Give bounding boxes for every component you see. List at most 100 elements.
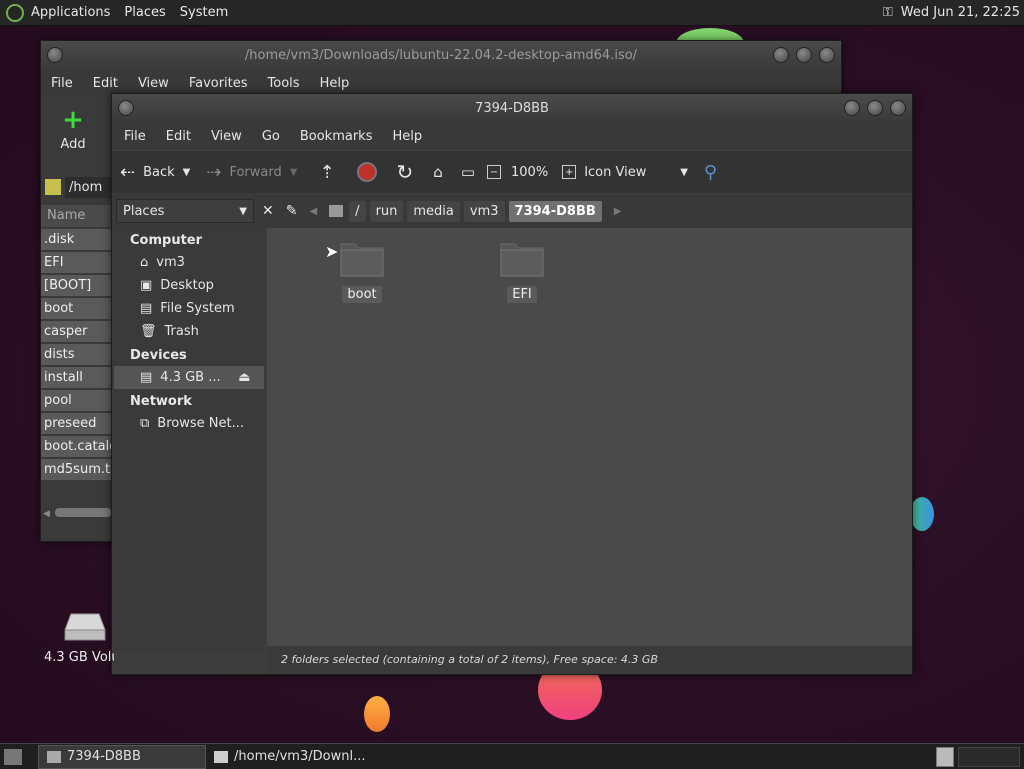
places-menu[interactable]: Places — [117, 5, 172, 20]
file-row[interactable]: EFI — [41, 252, 113, 273]
back-menu-view[interactable]: View — [128, 76, 179, 91]
clock[interactable]: Wed Jun 21, 22:25 — [901, 5, 1020, 20]
back-window-close-button[interactable] — [819, 47, 835, 63]
home-folder-icon[interactable]: ⌂ — [433, 163, 443, 181]
sidebar-item-trash[interactable]: 🗑 Trash — [112, 320, 264, 343]
scroll-left-icon[interactable]: ◀ — [43, 509, 50, 519]
breadcrumb-run[interactable]: run — [369, 200, 404, 222]
distro-logo-icon[interactable] — [6, 3, 24, 22]
folder-edit-icon[interactable] — [45, 179, 61, 195]
taskbar-item-file-manager[interactable]: 7394-D8BB — [38, 744, 206, 769]
menu-view[interactable]: View — [201, 129, 252, 144]
sidebar-header-computer: Computer — [130, 233, 203, 248]
sidebar-item-label: Desktop — [160, 278, 214, 293]
folder-icon — [340, 243, 384, 277]
workspace-switcher[interactable] — [958, 747, 1020, 767]
back-path-input[interactable]: /hom — [65, 176, 113, 198]
applications-menu[interactable]: Applications — [24, 5, 117, 20]
sidebar-item-desktop[interactable]: ▣ Desktop — [112, 274, 264, 297]
menu-go[interactable]: Go — [252, 129, 290, 144]
file-row[interactable]: dists — [41, 344, 113, 365]
show-desktop-icon[interactable] — [4, 748, 22, 765]
sidebar-item-filesystem[interactable]: ▤ File System — [112, 297, 264, 320]
computer-icon[interactable]: ▭ — [461, 163, 475, 181]
desktop-volume-label: 4.3 GB Volu — [44, 650, 114, 665]
file-row[interactable]: [BOOT] — [41, 275, 113, 296]
file-row[interactable]: md5sum.txt — [41, 459, 113, 480]
zoom-in-icon[interactable]: + — [562, 165, 577, 179]
view-mode-select[interactable]: Icon View — [584, 165, 674, 180]
forward-history-dropdown-icon[interactable]: ▼ — [290, 167, 298, 178]
breadcrumb-vm3[interactable]: vm3 — [463, 200, 505, 222]
front-window-menu-button[interactable] — [118, 100, 134, 116]
stop-icon[interactable] — [356, 162, 377, 182]
folder-label: EFI — [507, 286, 537, 303]
network-key-icon[interactable]: ⚿ — [883, 5, 893, 20]
file-row[interactable]: boot.catalog — [41, 436, 113, 457]
sidebar-item-volume[interactable]: ▤ 4.3 GB ... ⏏ — [114, 366, 264, 389]
edit-location-icon[interactable]: ✎ — [286, 203, 298, 219]
back-window-titlebar[interactable]: /home/vm3/Downloads/lubuntu-22.04.2-desk… — [41, 41, 841, 69]
view-mode-dropdown-icon[interactable]: ▼ — [680, 167, 688, 178]
top-panel: Applications Places System ⚿ Wed Jun 21,… — [0, 0, 1024, 26]
menu-file[interactable]: File — [114, 129, 156, 144]
file-row[interactable]: pool — [41, 390, 113, 411]
search-icon[interactable]: ⚲ — [704, 162, 717, 183]
file-row[interactable]: .disk — [41, 229, 113, 250]
file-row[interactable]: casper — [41, 321, 113, 342]
sidebar-item-home[interactable]: ⌂ vm3 — [112, 251, 264, 274]
taskbar-item-archive-manager[interactable]: /home/vm3/Downl... — [206, 746, 373, 768]
file-row[interactable]: install — [41, 367, 113, 388]
places-dropdown-icon: ▼ — [239, 205, 247, 217]
file-view[interactable]: boot EFI ➤ — [267, 228, 912, 646]
file-row[interactable]: preseed — [41, 413, 113, 434]
back-menu-file[interactable]: File — [41, 76, 83, 91]
back-window-minimize-button[interactable] — [773, 47, 789, 63]
path-scroll-right-icon[interactable]: ▶ — [614, 206, 622, 217]
back-window-maximize-button[interactable] — [796, 47, 812, 63]
forward-button[interactable]: ⇢ Forward — [198, 162, 289, 183]
zoom-out-icon[interactable]: − — [487, 165, 502, 179]
desktop-volume-icon[interactable]: 4.3 GB Volu — [40, 612, 130, 665]
drive-crumb-icon[interactable] — [329, 205, 344, 217]
menu-bookmarks[interactable]: Bookmarks — [290, 129, 383, 144]
breadcrumb-root[interactable]: / — [349, 200, 366, 222]
menu-edit[interactable]: Edit — [156, 129, 201, 144]
sidebar-item-browse-network[interactable]: ⧉ Browse Net... — [112, 412, 264, 435]
status-bar: 2 folders selected (containing a total o… — [267, 646, 912, 674]
back-menu-edit[interactable]: Edit — [83, 76, 128, 91]
breadcrumb-media[interactable]: media — [407, 200, 460, 222]
back-button[interactable]: ⇠ Back — [112, 162, 183, 183]
back-window-menu-button[interactable] — [47, 47, 63, 63]
front-window-maximize-button[interactable] — [867, 100, 883, 116]
back-menu-help[interactable]: Help — [310, 76, 360, 91]
menu-help[interactable]: Help — [382, 129, 432, 144]
add-button[interactable]: + Add — [53, 107, 93, 152]
file-row[interactable]: boot — [41, 298, 113, 319]
scroll-thumb[interactable] — [55, 508, 111, 517]
back-history-dropdown-icon[interactable]: ▼ — [183, 167, 191, 178]
name-column-header[interactable]: Name — [41, 205, 113, 227]
places-combo[interactable]: Places ▼ — [116, 199, 254, 223]
eject-icon[interactable]: ⏏ — [238, 370, 250, 385]
home-folder-icon: ⌂ — [140, 255, 149, 270]
taskbar: 7394-D8BB /home/vm3/Downl... — [0, 743, 1024, 769]
desktop-blob-blue — [910, 497, 934, 531]
front-window-titlebar[interactable]: 7394-D8BB — [112, 94, 912, 122]
back-file-list: .disk EFI [BOOT] boot casper dists insta… — [41, 229, 113, 482]
front-window-minimize-button[interactable] — [844, 100, 860, 116]
system-menu[interactable]: System — [173, 5, 235, 20]
back-menu-tools[interactable]: Tools — [258, 76, 310, 91]
path-scroll-left-icon[interactable]: ◀ — [309, 206, 317, 217]
close-sidebar-icon[interactable]: ✕ — [262, 203, 274, 219]
back-menu-favorites[interactable]: Favorites — [179, 76, 258, 91]
front-window-close-button[interactable] — [890, 100, 906, 116]
reload-icon[interactable]: ↻ — [397, 160, 414, 184]
breadcrumb-current[interactable]: 7394-D8BB — [508, 200, 602, 222]
desktop-blob-orange — [364, 696, 390, 732]
back-window-title: /home/vm3/Downloads/lubuntu-22.04.2-desk… — [244, 47, 638, 63]
back-horizontal-scrollbar[interactable]: ◀ — [43, 505, 113, 519]
folder-item-efi[interactable]: EFI — [482, 238, 562, 303]
trash-applet-icon[interactable] — [936, 747, 954, 767]
up-arrow-icon[interactable]: ⇡ — [319, 162, 334, 183]
